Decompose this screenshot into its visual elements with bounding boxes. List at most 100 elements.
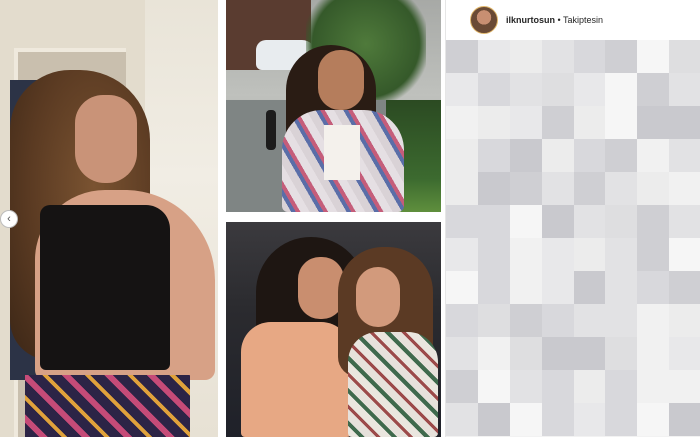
- blur-tile: [605, 370, 638, 403]
- blur-tile: [509, 40, 542, 73]
- blur-tile: [637, 106, 670, 139]
- woman-face: [75, 95, 137, 183]
- photo-divider: [226, 212, 441, 222]
- blur-tile: [477, 238, 510, 271]
- blur-tile: [669, 40, 700, 73]
- blur-tile: [509, 139, 542, 172]
- blur-tile: [637, 271, 670, 304]
- blur-tile: [605, 337, 638, 370]
- blur-tile: [637, 238, 670, 271]
- post-header: ilknurtosun • Takiptesin: [446, 0, 700, 41]
- blur-tile: [541, 106, 574, 139]
- peach-blazer: [241, 322, 351, 437]
- blur-tile: [477, 304, 510, 337]
- blur-tile: [669, 73, 700, 106]
- blur-tile: [573, 139, 606, 172]
- follow-status[interactable]: Takiptesin: [563, 15, 603, 25]
- blur-tile: [509, 304, 542, 337]
- blur-tile: [669, 403, 700, 436]
- blur-tile: [605, 205, 638, 238]
- blur-tile: [573, 106, 606, 139]
- blur-tile: [605, 73, 638, 106]
- blur-tile: [541, 139, 574, 172]
- blur-tile: [637, 40, 670, 73]
- blur-tile: [509, 172, 542, 205]
- blur-tile: [446, 238, 478, 271]
- blur-tile: [541, 238, 574, 271]
- blur-tile: [509, 403, 542, 436]
- blur-tile: [541, 370, 574, 403]
- blur-tile: [446, 403, 478, 436]
- blur-tile: [509, 238, 542, 271]
- blur-tile: [477, 370, 510, 403]
- post-author: ilknurtosun • Takiptesin: [506, 15, 603, 25]
- blur-tile: [541, 40, 574, 73]
- instagram-post: ilknurtosun • Takiptesin: [445, 0, 700, 437]
- blur-tile: [477, 205, 510, 238]
- blur-tile: [573, 73, 606, 106]
- blur-tile: [669, 172, 700, 205]
- blur-tile: [605, 304, 638, 337]
- blur-tile: [477, 271, 510, 304]
- blur-tile: [573, 337, 606, 370]
- blur-tile: [446, 205, 478, 238]
- blur-tile: [669, 139, 700, 172]
- blur-tile: [446, 304, 478, 337]
- blur-tile: [509, 73, 542, 106]
- floral-dress: [348, 332, 438, 437]
- blur-tile: [477, 73, 510, 106]
- blur-tile: [573, 238, 606, 271]
- blur-tile: [573, 403, 606, 436]
- chevron-left-icon: ‹: [7, 213, 11, 225]
- woman-face: [318, 50, 364, 110]
- blur-tile: [669, 304, 700, 337]
- blur-tile: [541, 271, 574, 304]
- blur-tile: [541, 73, 574, 106]
- blur-tile: [669, 271, 700, 304]
- blur-tile: [446, 370, 478, 403]
- blur-tile: [637, 304, 670, 337]
- blur-tile: [541, 304, 574, 337]
- blur-tile: [509, 271, 542, 304]
- blur-tile: [573, 172, 606, 205]
- blur-tile: [573, 40, 606, 73]
- blur-tile: [509, 337, 542, 370]
- blur-tile: [477, 403, 510, 436]
- blur-tile: [477, 106, 510, 139]
- blur-tile: [477, 40, 510, 73]
- avatar[interactable]: [470, 6, 498, 34]
- blur-tile: [477, 337, 510, 370]
- blur-tile: [637, 73, 670, 106]
- blur-tile: [446, 172, 478, 205]
- blur-tile: [637, 205, 670, 238]
- blur-tile: [541, 205, 574, 238]
- blur-tile: [669, 238, 700, 271]
- black-crop-top: [40, 205, 170, 370]
- blur-tile: [477, 172, 510, 205]
- photo-left: ‹: [0, 0, 218, 437]
- floral-skirt: [25, 375, 190, 437]
- blur-tile: [605, 271, 638, 304]
- blur-tile: [446, 337, 478, 370]
- blur-tile: [541, 337, 574, 370]
- blur-tile: [573, 304, 606, 337]
- white-top: [324, 125, 360, 180]
- blur-tile: [541, 172, 574, 205]
- blur-tile: [446, 271, 478, 304]
- blur-tile: [509, 370, 542, 403]
- blur-tile: [573, 370, 606, 403]
- blur-tile: [637, 139, 670, 172]
- blur-tile: [605, 403, 638, 436]
- blur-tile: [509, 205, 542, 238]
- blur-tile: [605, 238, 638, 271]
- photo-street: [226, 0, 441, 212]
- username-link[interactable]: ilknurtosun: [506, 15, 555, 25]
- woman-right-face: [356, 267, 400, 327]
- separator-dot: •: [555, 15, 563, 25]
- blur-tile: [669, 106, 700, 139]
- blur-tile: [637, 403, 670, 436]
- bollard: [266, 110, 276, 150]
- blur-tile: [573, 271, 606, 304]
- carousel-prev-button[interactable]: ‹: [0, 210, 18, 228]
- blur-tile: [605, 106, 638, 139]
